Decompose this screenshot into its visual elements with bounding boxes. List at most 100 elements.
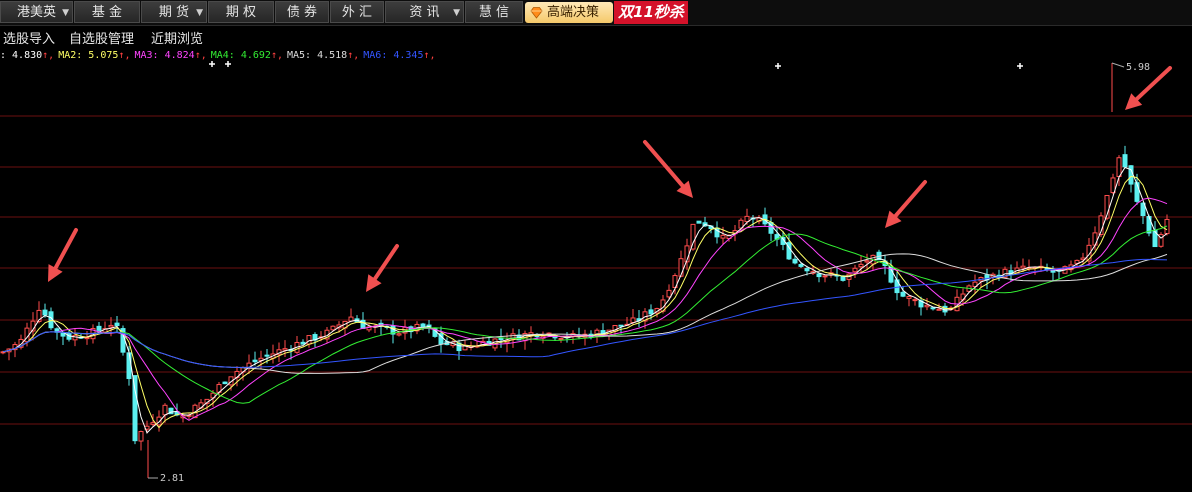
candle (894, 272, 900, 301)
candle (912, 297, 918, 306)
candle (438, 326, 444, 353)
candle-body (960, 293, 966, 301)
candle (1164, 214, 1170, 236)
candle (294, 336, 300, 354)
candle-body (252, 359, 258, 363)
candle (84, 331, 90, 345)
candle (348, 308, 354, 323)
candle-body (1116, 157, 1122, 178)
candle (270, 344, 276, 364)
candle (222, 381, 228, 385)
candle (300, 339, 306, 345)
candle-body (864, 260, 870, 263)
high-marker-pointer (1111, 62, 1125, 68)
candle (972, 274, 978, 294)
candle-body (744, 215, 750, 223)
candle (816, 272, 822, 283)
candle (1158, 232, 1164, 248)
candle-body (858, 263, 864, 268)
candle (858, 255, 864, 274)
candle-body (222, 381, 228, 385)
candle-body (648, 309, 654, 315)
candle-body (822, 275, 828, 278)
candle (762, 207, 768, 226)
candle-body (264, 354, 270, 357)
candle-body (420, 323, 426, 328)
candle (390, 320, 396, 344)
candle-body (42, 309, 48, 316)
ma-line (2, 166, 1168, 434)
candle-body (306, 335, 312, 345)
ma-line (2, 175, 1168, 429)
candle-body (72, 334, 78, 341)
candle (282, 340, 288, 358)
candle (132, 375, 138, 445)
candle (636, 309, 642, 328)
candle-body (96, 325, 102, 331)
ma-line (2, 253, 1168, 374)
candle-body (852, 267, 858, 273)
candle-body (558, 338, 564, 341)
candle-body (666, 289, 672, 298)
candle (1122, 145, 1128, 168)
plus-icon (1017, 63, 1023, 69)
candle (714, 221, 720, 244)
candle (1098, 212, 1104, 237)
candle-body (114, 322, 120, 327)
annotation-arrow-icon (643, 140, 685, 188)
candle-body (792, 258, 798, 264)
candle-body (1020, 265, 1026, 269)
candle (852, 264, 858, 279)
candle-body (1050, 270, 1056, 273)
candle (360, 312, 366, 329)
candle (756, 214, 762, 225)
candle-body (126, 352, 132, 380)
candle-body (1122, 154, 1128, 168)
candle-body (900, 291, 906, 297)
candle-body (690, 223, 696, 250)
candle-body (816, 273, 822, 278)
candle (378, 319, 384, 335)
plus-icon (225, 61, 231, 67)
annotation-arrow-icon (372, 244, 399, 281)
candle-body (330, 325, 336, 331)
candle (1104, 195, 1110, 221)
low-price-label: 2.81 (160, 473, 184, 484)
ma-line (2, 225, 1168, 404)
candle-body (618, 324, 624, 327)
plus-icon (209, 61, 215, 67)
annotation-arrow-icon (53, 228, 78, 270)
ma-line (2, 197, 1168, 421)
candle (120, 325, 126, 356)
candle (906, 295, 912, 307)
candle (678, 250, 684, 278)
candle (996, 269, 1002, 282)
candle-body (906, 296, 912, 299)
candle-body (936, 308, 942, 311)
candle-body (912, 299, 918, 302)
annotation-arrow-icon (893, 180, 927, 218)
candle-body (930, 307, 936, 310)
candle (408, 325, 414, 339)
candle-body (60, 332, 66, 337)
candle (786, 233, 792, 260)
candle (864, 253, 870, 269)
candle (696, 220, 702, 224)
high-price-label: 5.98 (1126, 62, 1150, 73)
candle-body (696, 220, 702, 224)
candle (822, 275, 828, 283)
plus-icon (775, 63, 781, 69)
candle-body (630, 317, 636, 323)
candle-body (282, 348, 288, 351)
candle (138, 430, 144, 451)
candle-body (108, 324, 114, 328)
candle-body (150, 422, 156, 425)
candle-body (396, 333, 402, 336)
candle (1038, 258, 1044, 272)
candle-body (804, 268, 810, 272)
candle (954, 289, 960, 312)
candle (846, 272, 852, 287)
candle (918, 296, 924, 316)
candle-body (720, 234, 726, 239)
kline-chart[interactable]: 5.98 2.81 (0, 0, 1192, 492)
